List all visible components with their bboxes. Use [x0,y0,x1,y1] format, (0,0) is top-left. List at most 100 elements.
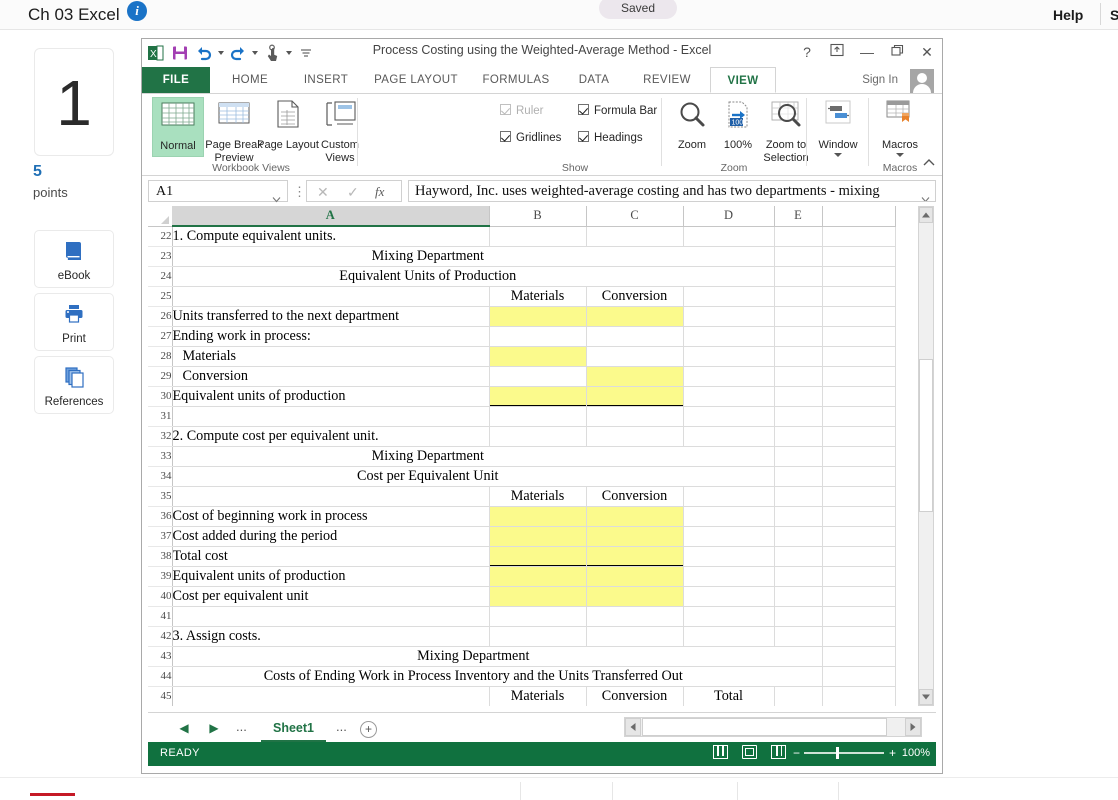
sheet-overflow-right[interactable]: ... [336,719,347,734]
restore-button[interactable] [888,42,906,62]
normal-view-shortcut-icon[interactable] [713,745,728,759]
grid-cell[interactable] [822,386,896,407]
grid-cell[interactable] [774,666,823,687]
row-header-32[interactable]: 32 [148,426,173,447]
grid-cell[interactable]: Mixing Department [172,246,683,267]
row-header-25[interactable]: 25 [148,286,173,307]
grid-cell[interactable]: Equivalent units of production [172,566,490,587]
grid-cell[interactable] [822,366,896,387]
grid-cell[interactable] [489,626,587,647]
insert-function-icon[interactable]: fx [375,184,384,200]
grid-cell[interactable] [683,426,775,447]
grid-cell[interactable] [822,526,896,547]
grid-cell[interactable] [774,406,823,427]
grid-cell[interactable] [586,326,684,347]
row-header-33[interactable]: 33 [148,446,173,467]
grid-cell[interactable] [683,546,775,567]
grid-cell[interactable] [172,286,490,307]
grid-cell[interactable] [489,366,587,387]
grid-cell[interactable]: Conversion [586,286,684,307]
tab-insert[interactable]: INSERT [290,67,362,93]
grid-cell[interactable] [774,266,823,287]
collapse-ribbon-icon[interactable] [922,158,936,171]
zoom-level-label[interactable]: 100% [902,747,930,759]
print-button[interactable]: Print [34,293,114,351]
formula-bar-checkbox[interactable]: Formula Bar [578,104,657,117]
grid-cell[interactable] [683,226,775,247]
grid-cell[interactable] [822,546,896,567]
grid-cell[interactable] [774,466,823,487]
grid-cell[interactable] [586,226,684,247]
row-header-43[interactable]: 43 [148,646,173,667]
grid-cell[interactable] [172,606,490,627]
grid-cell[interactable] [683,486,775,507]
grid-cell[interactable] [489,606,587,627]
grid-cell[interactable]: 3. Assign costs. [172,626,490,647]
row-header-41[interactable]: 41 [148,606,173,627]
grid-cell[interactable] [683,246,775,267]
tab-review[interactable]: REVIEW [628,67,706,93]
grid-cell[interactable] [774,506,823,527]
tab-view[interactable]: VIEW [710,67,776,93]
grid-cell[interactable] [774,646,823,667]
grid-cell[interactable] [774,486,823,507]
page-break-view-shortcut-icon[interactable] [771,745,786,759]
row-header-40[interactable]: 40 [148,586,173,607]
grid-cell[interactable] [822,306,896,327]
grid-cell[interactable] [489,426,587,447]
avatar[interactable] [910,69,934,93]
grid-cell[interactable]: Conversion [172,366,490,387]
grid-cell[interactable] [489,406,587,427]
grid-cell[interactable] [172,486,490,507]
prev-sheet-button[interactable]: ◀ [176,719,192,737]
grid-cell[interactable] [774,606,823,627]
grid-cell[interactable]: Total [683,686,775,706]
grid-cell[interactable] [683,506,775,527]
sheet-tab-sheet1[interactable]: Sheet1 [261,716,326,742]
grid-cell[interactable] [489,306,587,327]
grid-cell[interactable]: Materials [489,286,587,307]
grid-cell[interactable] [586,385,684,407]
grid-cell[interactable] [822,266,896,287]
confirm-entry-icon[interactable]: ✓ [347,184,359,201]
window-dropdown-caret-icon[interactable] [834,153,842,157]
row-header-22[interactable]: 22 [148,226,173,247]
row-header-29[interactable]: 29 [148,366,173,387]
scroll-right-button[interactable] [905,718,921,736]
horizontal-scroll-thumb[interactable] [642,718,887,736]
scroll-up-button[interactable] [919,207,933,223]
row-header-42[interactable]: 42 [148,626,173,647]
grid-cell[interactable] [489,326,587,347]
grid-cell[interactable] [774,686,823,706]
row-header-24[interactable]: 24 [148,266,173,287]
grid-cell[interactable] [683,386,775,407]
sign-in-link[interactable]: Sign In [862,67,898,93]
help-button[interactable]: ? [798,42,816,62]
scroll-left-button[interactable] [625,718,641,736]
grid-cell[interactable]: Materials [172,346,490,367]
cancel-entry-icon[interactable]: ✕ [317,184,329,201]
grid-cell[interactable] [489,586,587,607]
grid-cell[interactable] [586,545,684,567]
grid-cell[interactable] [774,566,823,587]
row-header-34[interactable]: 34 [148,466,173,487]
minimize-button[interactable]: — [858,42,876,62]
vertical-scroll-thumb[interactable] [919,359,933,512]
grid-cell[interactable] [774,286,823,307]
expand-formula-bar-icon[interactable] [921,189,930,201]
grid-cell[interactable] [683,566,775,587]
ebook-button[interactable]: eBook [34,230,114,288]
grid-cell[interactable] [774,446,823,467]
grid-cell[interactable]: Equivalent units of production [172,386,490,407]
grid-cell[interactable] [683,626,775,647]
grid-cell[interactable] [822,566,896,587]
grid-cell[interactable] [683,366,775,387]
headings-checkbox[interactable]: Headings [578,131,643,144]
grid-cell[interactable] [822,686,896,706]
zoom-slider[interactable] [804,747,884,759]
grid-cell[interactable]: Costs of Ending Work in Process Inventor… [172,666,774,687]
grid-cell[interactable]: Cost per equivalent unit [172,586,490,607]
grid-cell[interactable] [172,406,490,427]
grid-cell[interactable] [822,246,896,267]
ribbon-display-options-icon[interactable] [828,42,846,62]
